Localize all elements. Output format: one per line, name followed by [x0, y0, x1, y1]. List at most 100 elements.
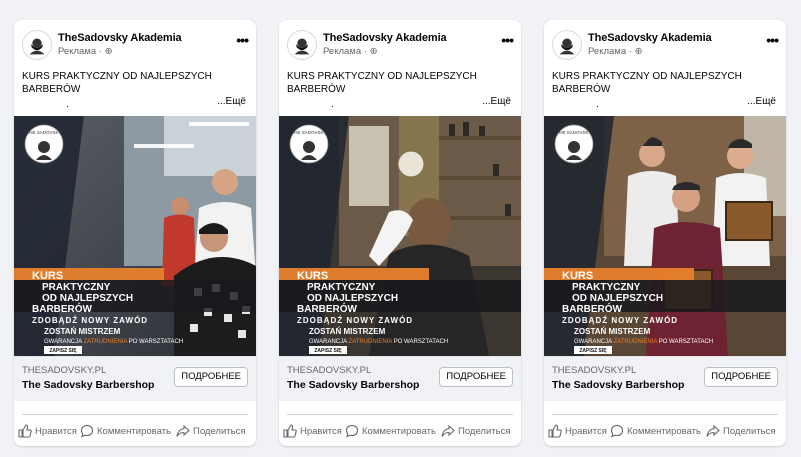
ad-card: TheSadovsky Akademia Реклама · ⊕ ••• KUR… — [279, 20, 521, 446]
page-avatar[interactable] — [287, 30, 317, 60]
banner-cta: ZAPISZ SIĘ — [314, 348, 342, 354]
link-footer[interactable]: THESADOVSKY.PL The Sadovsky Barbershop П… — [14, 356, 256, 401]
comment-button[interactable]: Комментировать — [80, 422, 171, 440]
sponsored-label: Реклама — [323, 46, 362, 57]
see-more-link[interactable]: ...Ещё — [747, 96, 776, 107]
comment-icon — [610, 424, 624, 438]
like-button[interactable]: Нравится — [18, 422, 77, 440]
page-name[interactable]: TheSadovsky Akademia — [323, 32, 447, 44]
banner-line6: ZOSTAŃ MISTRZEM — [309, 327, 386, 336]
page-name[interactable]: TheSadovsky Akademia — [58, 32, 182, 44]
see-more-link[interactable]: ...Ещё — [482, 96, 511, 107]
learn-more-button[interactable]: ПОДРОБНЕЕ — [704, 367, 778, 387]
banner-kurs: KURS — [32, 270, 63, 282]
post-text: KURS PRAKTYCZNY OD NAJLEPSZYCH BARBERÓW — [287, 71, 477, 95]
banner-line6: ZOSTAŃ MISTRZEM — [574, 327, 651, 336]
banner-line7-b: ZATRUDNIENIA — [83, 339, 127, 345]
thumbs-up-icon — [548, 424, 562, 438]
thumbs-up-icon — [18, 424, 32, 438]
sponsored-line: Реклама · ⊕ — [588, 46, 643, 57]
banner-line3: OD NAJLEPSZYCH — [307, 293, 398, 304]
link-domain: THESADOVSKY.PL — [552, 365, 637, 376]
share-icon — [706, 424, 720, 437]
banner-line5: ZDOBĄDŹ NOWY ZAWÓD — [297, 316, 413, 325]
banner-line7-c: PO WARSZTATACH — [394, 339, 448, 345]
banner-cta: ZAPISZ SIĘ — [49, 348, 77, 354]
post-text: KURS PRAKTYCZNY OD NAJLEPSZYCH BARBERÓW — [22, 71, 212, 95]
action-bar: Нравится Комментировать Поделиться — [279, 422, 521, 440]
globe-icon: ⊕ — [104, 46, 113, 57]
more-horizontal-icon[interactable]: ••• — [766, 32, 779, 48]
learn-more-button[interactable]: ПОДРОБНЕЕ — [174, 367, 248, 387]
comment-label: Комментировать — [362, 425, 436, 437]
ad-card: TheSadovsky Akademia Реклама · ⊕ ••• KUR… — [544, 20, 786, 446]
banner-line4: BARBERÓW — [562, 302, 623, 315]
more-horizontal-icon[interactable]: ••• — [501, 32, 514, 48]
share-icon — [176, 424, 190, 437]
link-domain: THESADOVSKY.PL — [22, 365, 107, 376]
share-label: Поделиться — [193, 425, 246, 437]
banner-line7-c: PO WARSZTATACH — [659, 339, 713, 345]
link-title: The Sadovsky Barbershop — [287, 379, 420, 391]
post-text-dot: . — [596, 99, 599, 110]
ad-image[interactable]: THE SADOVSKY KURS PRAKTYCZNY OD NAJLEPSZ… — [544, 116, 786, 356]
like-button[interactable]: Нравится — [548, 422, 607, 440]
sponsored-line: Реклама · ⊕ — [58, 46, 113, 57]
page-avatar[interactable] — [22, 30, 52, 60]
banner-line7-a: GWARANCJA — [309, 339, 347, 345]
ad-image[interactable]: THE SADOVSKY KURS PRAKTYCZNY OD NAJLEPSZ… — [279, 116, 521, 356]
comment-button[interactable]: Комментировать — [345, 422, 436, 440]
banner-line7-a: GWARANCJA — [44, 339, 82, 345]
page-avatar[interactable] — [552, 30, 582, 60]
banner-cta: ZAPISZ SIĘ — [579, 348, 607, 354]
action-bar: Нравится Комментировать Поделиться — [544, 422, 786, 440]
share-label: Поделиться — [458, 425, 511, 437]
share-button[interactable]: Поделиться — [706, 422, 775, 440]
comment-button[interactable]: Комментировать — [610, 422, 701, 440]
banner-line7-b: ZATRUDNIENIA — [348, 339, 392, 345]
like-label: Нравится — [35, 425, 77, 437]
share-button[interactable]: Поделиться — [176, 422, 245, 440]
banner-line7: GWARANCJA ZATRUDNIENIA PO WARSZTATACH — [574, 339, 713, 345]
banner-logo: THE SADOVSKY — [24, 124, 64, 164]
more-horizontal-icon[interactable]: ••• — [236, 32, 249, 48]
like-label: Нравится — [565, 425, 607, 437]
ad-card: TheSadovsky Akademia Реклама · ⊕ ••• KUR… — [14, 20, 256, 446]
banner-logo-text: THE SADOVSKY — [26, 130, 61, 135]
link-title: The Sadovsky Barbershop — [552, 379, 685, 391]
comment-icon — [345, 424, 359, 438]
like-label: Нравится — [300, 425, 342, 437]
comment-label: Комментировать — [627, 425, 701, 437]
comment-label: Комментировать — [97, 425, 171, 437]
link-domain: THESADOVSKY.PL — [287, 365, 372, 376]
post-text-dot: . — [331, 99, 334, 110]
like-button[interactable]: Нравится — [283, 422, 342, 440]
banner-kurs: KURS — [562, 270, 593, 282]
page-name[interactable]: TheSadovsky Akademia — [588, 32, 712, 44]
thumbs-up-icon — [283, 424, 297, 438]
banner-line3: OD NAJLEPSZYCH — [42, 293, 133, 304]
learn-more-button[interactable]: ПОДРОБНЕЕ — [439, 367, 513, 387]
post-text-dot: . — [66, 99, 69, 110]
action-bar: Нравится Комментировать Поделиться — [14, 422, 256, 440]
banner-line3: OD NAJLEPSZYCH — [572, 293, 663, 304]
link-footer[interactable]: THESADOVSKY.PL The Sadovsky Barbershop П… — [279, 356, 521, 401]
ad-image[interactable]: THE SADOVSKY KURS PRAKTYCZNY OD NAJLEPSZ… — [14, 116, 256, 356]
banner-line4: BARBERÓW — [297, 302, 358, 315]
post-text: KURS PRAKTYCZNY OD NAJLEPSZYCH BARBERÓW — [552, 71, 742, 95]
banner-logo-text: THE SADOVSKY — [291, 130, 326, 135]
link-footer[interactable]: THESADOVSKY.PL The Sadovsky Barbershop П… — [544, 356, 786, 401]
banner-line7-a: GWARANCJA — [574, 339, 612, 345]
see-more-link[interactable]: ...Ещё — [217, 96, 246, 107]
share-icon — [441, 424, 455, 437]
banner-line2: PRAKTYCZNY — [307, 282, 376, 293]
banner-line2: PRAKTYCZNY — [572, 282, 641, 293]
share-button[interactable]: Поделиться — [441, 422, 510, 440]
globe-icon: ⊕ — [369, 46, 378, 57]
banner-line7: GWARANCJA ZATRUDNIENIA PO WARSZTATACH — [44, 339, 183, 345]
link-title: The Sadovsky Barbershop — [22, 379, 155, 391]
divider — [22, 414, 248, 415]
banner-line6: ZOSTAŃ MISTRZEM — [44, 327, 121, 336]
share-label: Поделиться — [723, 425, 776, 437]
banner-line7: GWARANCJA ZATRUDNIENIA PO WARSZTATACH — [309, 339, 448, 345]
